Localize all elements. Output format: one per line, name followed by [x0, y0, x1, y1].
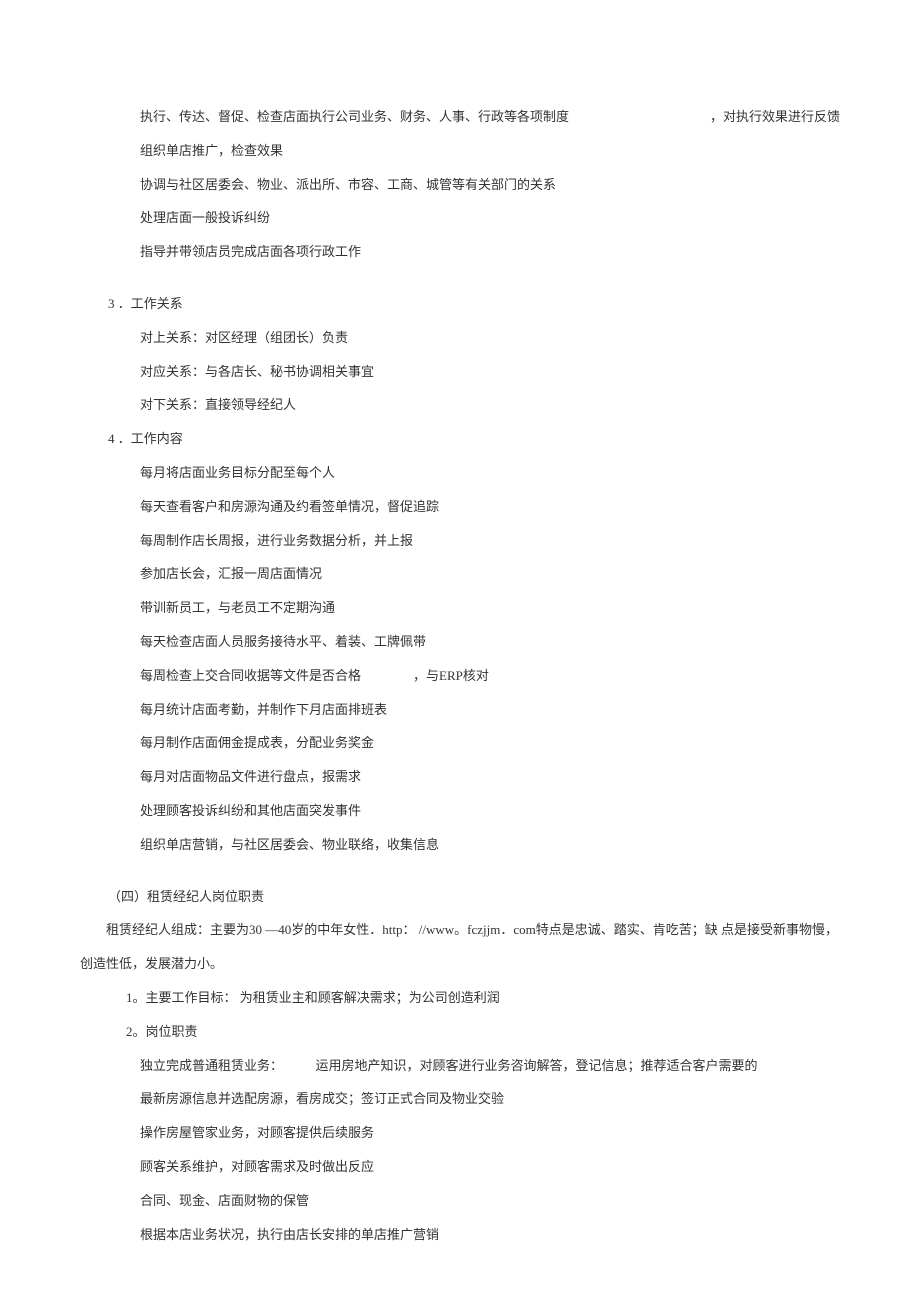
- section-4-item: 每周检查上交合同收据等文件是否合格 ，与ERP核对: [80, 659, 840, 693]
- section-3-item: 对下关系：直接领导经纪人: [80, 388, 840, 422]
- section-4-title: 4 ．工作内容: [80, 422, 840, 456]
- section-si-item2-list: 最新房源信息并选配房源，看房成交；签订正式合同及物业交验: [80, 1082, 840, 1116]
- section-4-item: 处理顾客投诉纠纷和其他店面突发事件: [80, 794, 840, 828]
- section-4-item: 每月制作店面佣金提成表，分配业务奖金: [80, 726, 840, 760]
- spacer: [80, 269, 840, 287]
- section-si-item2-list: 根据本店业务状况，执行由店长安排的单店推广营销: [80, 1218, 840, 1252]
- section-3-title: 3 ．工作关系: [80, 287, 840, 321]
- duty-line: 指导并带领店员完成店面各项行政工作: [80, 235, 840, 269]
- document-content: 执行、传达、督促、检查店面执行公司业务、财务、人事、行政等各项制度 ，对执行效果…: [80, 100, 840, 1251]
- duty-line: 协调与社区居委会、物业、派出所、市容、工商、城管等有关部门的关系: [80, 168, 840, 202]
- section-si-body: 租赁经纪人组成：主要为30 —40岁的中年女性．http： //www。fczj…: [80, 913, 840, 981]
- section-si-item2-list: 顾客关系维护，对顾客需求及时做出反应: [80, 1150, 840, 1184]
- text-fragment: ，对执行效果进行反馈: [710, 100, 840, 134]
- section-si-item2-title: 2。岗位职责: [80, 1015, 840, 1049]
- duty-line: 组织单店推广，检查效果: [80, 134, 840, 168]
- section-4-item: 每月将店面业务目标分配至每个人: [80, 456, 840, 490]
- section-si-item2-list: 合同、现金、店面财物的保管: [80, 1184, 840, 1218]
- duty-line: 执行、传达、督促、检查店面执行公司业务、财务、人事、行政等各项制度 ，对执行效果…: [80, 100, 840, 134]
- section-si-item2-list: 操作房屋管家业务，对顾客提供后续服务: [80, 1116, 840, 1150]
- section-4-item: 每月统计店面考勤，并制作下月店面排班表: [80, 693, 840, 727]
- section-3-item: 对上关系：对区经理（组团长）负责: [80, 321, 840, 355]
- section-4-item: 每天查看客户和房源沟通及约看签单情况，督促追踪: [80, 490, 840, 524]
- section-4-item: 参加店长会，汇报一周店面情况: [80, 557, 840, 591]
- section-4-item: 每周制作店长周报，进行业务数据分析，并上报: [80, 524, 840, 558]
- section-si-item1: 1。主要工作目标： 为租赁业主和顾客解决需求；为公司创造利润: [80, 981, 840, 1015]
- text-fragment: 执行、传达、督促、检查店面执行公司业务、财务、人事、行政等各项制度: [140, 100, 569, 134]
- section-4-item: 每天检查店面人员服务接待水平、着装、工牌佩带: [80, 625, 840, 659]
- section-4-item: 每月对店面物品文件进行盘点，报需求: [80, 760, 840, 794]
- section-3-item: 对应关系：与各店长、秘书协调相关事宜: [80, 355, 840, 389]
- section-si-title: （四）租赁经纪人岗位职责: [80, 880, 840, 914]
- spacer: [80, 862, 840, 880]
- duty-line: 处理店面一般投诉纠纷: [80, 201, 840, 235]
- section-4-item: 组织单店营销，与社区居委会、物业联络，收集信息: [80, 828, 840, 862]
- section-4-item: 带训新员工，与老员工不定期沟通: [80, 591, 840, 625]
- section-si-item2-list: 独立完成普通租赁业务： 运用房地产知识，对顾客进行业务咨询解答，登记信息；推荐适…: [80, 1049, 840, 1083]
